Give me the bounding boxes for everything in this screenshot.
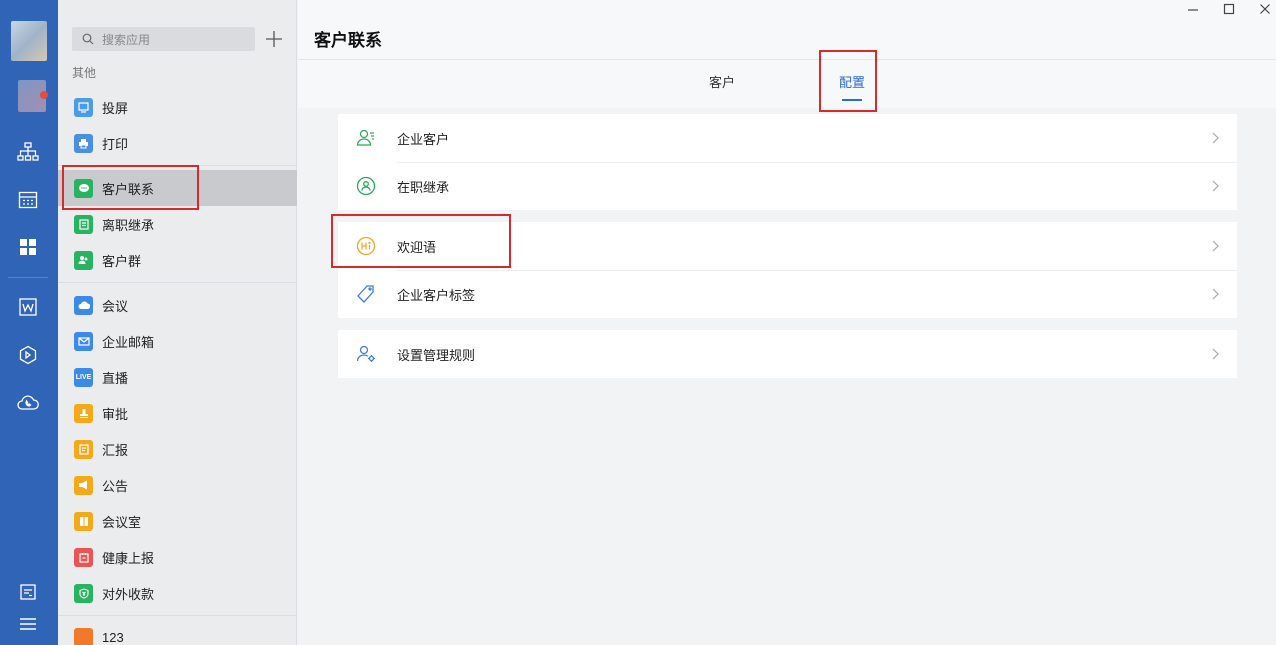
app-item-label: 审批 [102,406,129,422]
close-icon[interactable] [1258,2,1272,16]
group-icon [74,250,93,270]
screencast-icon [74,97,93,117]
app-item-mail[interactable]: 企业邮箱 [58,323,297,359]
avatar[interactable] [11,21,47,61]
app-item-print[interactable]: 打印 [58,125,297,161]
megaphone-icon [74,475,93,495]
maximize-icon[interactable] [1222,2,1236,16]
document-icon [74,214,93,234]
printer-icon [74,133,93,153]
divider [58,615,297,616]
app-item-label: 公告 [102,478,129,494]
calendar-icon[interactable] [17,189,39,211]
app-item-label: 直播 [102,370,129,386]
tag-icon [357,285,374,303]
divider [58,282,297,283]
menu-icon[interactable] [17,613,39,635]
user-transfer-icon [356,176,376,196]
app-item-announcement[interactable]: 公告 [58,467,297,503]
user-list-icon [356,129,374,146]
app-item-health-report[interactable]: 健康上报 [58,539,297,575]
app-item-label: 企业邮箱 [102,334,155,350]
unread-badge [40,91,48,99]
workbench-icon[interactable] [17,236,39,258]
app-search-box[interactable]: 搜索应用 [72,27,255,51]
search-icon [82,33,94,45]
docs-icon[interactable] [17,296,39,318]
health-icon [74,547,93,567]
minimize-icon[interactable] [1186,2,1200,16]
row-label: 在职继承 [397,179,450,195]
stamp-icon [74,403,93,423]
custom-app-icon [74,627,93,645]
hi-icon [356,236,376,256]
phone-cloud-icon[interactable] [17,392,39,414]
settings-card: 欢迎语 企业客户标签 [338,222,1237,318]
row-welcome-message[interactable]: 欢迎语 [338,222,1237,270]
row-customer-tags[interactable]: 企业客户标签 [338,270,1237,318]
main-header: 客户联系 [298,0,1276,60]
row-label: 企业客户标签 [397,287,476,303]
app-item-label: 健康上报 [102,550,155,566]
app-item-approval[interactable]: 审批 [58,395,297,431]
row-label: 欢迎语 [397,239,437,255]
app-item-label: 对外收款 [102,586,155,602]
app-item-label: 会议室 [102,514,142,530]
row-label: 设置管理规则 [397,347,476,363]
tab-bar: 客户 配置 [298,60,1276,108]
app-item-label: 打印 [102,136,129,152]
tab-config[interactable]: 配置 [839,72,865,91]
left-rail [0,0,58,645]
app-item-payment[interactable]: 对外收款 [58,575,297,611]
app-item-label: 客户联系 [102,181,155,197]
app-item-123[interactable]: 123 [58,619,297,645]
row-enterprise-customers[interactable]: 企业客户 [338,114,1237,162]
chevron-right-icon [1212,288,1219,300]
report-icon [74,439,93,459]
row-management-rules[interactable]: 设置管理规则 [338,330,1237,378]
divider [58,165,297,166]
active-tab-indicator [842,99,862,101]
chevron-right-icon [1212,180,1219,192]
org-chart-icon[interactable] [17,141,39,163]
app-item-report[interactable]: 汇报 [58,431,297,467]
app-list-panel: 搜索应用 其他 投屏 打印 客户联系 离职继承 客户群 会议 企业邮箱 LIVE… [58,0,297,645]
chevron-right-icon [1212,240,1219,252]
drive-icon[interactable] [17,344,39,366]
app-item-label: 投屏 [102,100,129,116]
app-item-label: 离职继承 [102,217,155,233]
live-icon: LIVE [74,367,93,387]
app-item-label: 会议 [102,298,129,314]
row-onjob-inherit[interactable]: 在职继承 [338,162,1237,210]
page-title: 客户联系 [314,31,382,50]
app-item-label: 客户群 [102,253,142,269]
search-input[interactable]: 搜索应用 [102,31,150,48]
door-icon [74,511,93,531]
mail-icon [74,331,93,351]
chevron-right-icon [1212,132,1219,144]
main-content: 客户联系 客户 配置 企业客户 在职继承 欢迎语 企业客户标签 设置管理规则 [298,0,1276,645]
settings-card: 设置管理规则 [338,330,1237,378]
tab-customers[interactable]: 客户 [709,72,735,91]
app-item-screencast[interactable]: 投屏 [58,89,297,125]
app-item-label: 汇报 [102,442,129,458]
chevron-right-icon [1212,348,1219,360]
app-item-resign-inherit[interactable]: 离职继承 [58,206,297,242]
yuan-shield-icon [74,583,93,603]
chat-bubble-icon [74,178,93,198]
app-item-customer-group[interactable]: 客户群 [58,242,297,278]
settings-card: 企业客户 在职继承 [338,114,1237,210]
app-item-meeting-room[interactable]: 会议室 [58,503,297,539]
group-label: 其他 [72,66,97,80]
user-settings-icon [356,345,375,362]
rail-divider [8,277,48,278]
notes-icon[interactable] [17,581,39,603]
row-label: 企业客户 [397,131,450,147]
meeting-cloud-icon [74,295,93,315]
app-item-meeting[interactable]: 会议 [58,287,297,323]
app-item-customer-contact[interactable]: 客户联系 [58,170,297,206]
add-app-icon[interactable] [264,29,284,49]
app-item-live[interactable]: LIVE 直播 [58,359,297,395]
app-item-label: 123 [102,629,124,645]
